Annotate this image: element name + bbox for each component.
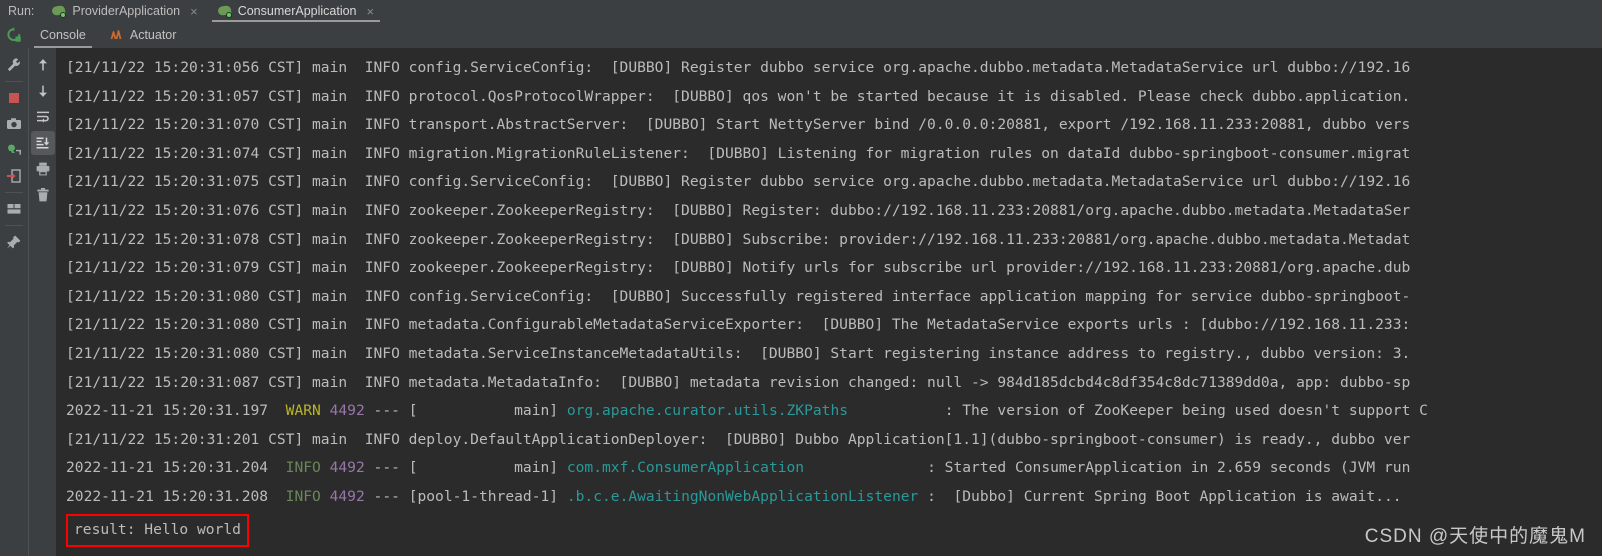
console-line: [21/11/22 15:20:31:078 CST] main INFO zo…: [66, 226, 1602, 255]
console-line: [21/11/22 15:20:31:080 CST] main INFO me…: [66, 311, 1602, 340]
run-tab-label: ConsumerApplication: [237, 4, 357, 18]
console-line: [21/11/22 15:20:31:070 CST] main INFO tr…: [66, 111, 1602, 140]
log-thread: [ main]: [408, 402, 567, 420]
console-line: [21/11/22 15:20:31:201 CST] main INFO de…: [66, 426, 1602, 455]
run-tab-bar: Run: ProviderApplication × ConsumerAppli…: [0, 0, 1602, 22]
log-logger: .b.c.e.AwaitingNonWebApplicationListener: [566, 487, 919, 505]
log-logger: org.apache.curator.utils.ZKPaths: [566, 402, 849, 420]
log-timestamp: 2022-11-21 15:20:31.197: [66, 402, 286, 420]
tab-console[interactable]: Console: [28, 22, 98, 48]
run-tab-provider-application[interactable]: ProviderApplication ×: [42, 0, 207, 22]
run-tab-label: ProviderApplication: [72, 4, 181, 18]
log-text: [21/11/22 15:20:31:080 CST] main INFO me…: [66, 316, 1411, 334]
rerun-icon: [7, 27, 21, 42]
log-message: : The version of ZooKeeper being used do…: [944, 402, 1428, 420]
console-output[interactable]: [21/11/22 15:20:31:056 CST] main INFO co…: [56, 48, 1602, 556]
log-text: [21/11/22 15:20:31:056 CST] main INFO co…: [66, 59, 1411, 76]
layout-icon[interactable]: [2, 197, 26, 221]
log-space: [321, 402, 330, 419]
log-pid: 4492: [329, 402, 365, 420]
console-line: [21/11/22 15:20:31:057 CST] main INFO pr…: [66, 83, 1602, 112]
log-text: [21/11/22 15:20:31:078 CST] main INFO zo…: [66, 230, 1411, 248]
log-text: [21/11/22 15:20:31:076 CST] main INFO zo…: [66, 201, 1411, 219]
console-line: [21/11/22 15:20:31:080 CST] main INFO co…: [66, 283, 1602, 312]
export-icon[interactable]: [2, 164, 26, 188]
console-line: 2022-11-21 15:20:31.204 INFO 4492 --- [ …: [66, 454, 1602, 483]
spring-boot-icon: [217, 4, 232, 18]
close-icon[interactable]: ×: [190, 4, 198, 19]
console-line: [21/11/22 15:20:31:079 CST] main INFO zo…: [66, 254, 1602, 283]
log-text: [21/11/22 15:20:31:057 CST] main INFO pr…: [66, 87, 1411, 105]
stop-icon[interactable]: [2, 86, 26, 110]
log-logger-pad: [848, 402, 945, 419]
arrow-down-icon[interactable]: [31, 79, 55, 103]
log-timestamp: 2022-11-21 15:20:31.208: [66, 487, 286, 505]
camera-icon[interactable]: [2, 112, 26, 136]
log-text: [21/11/22 15:20:31:201 CST] main INFO de…: [66, 430, 1411, 448]
log-dashes: ---: [364, 487, 409, 505]
close-icon[interactable]: ×: [367, 4, 375, 19]
log-thread: [pool-1-thread-1]: [408, 487, 567, 505]
scroll-to-end-icon[interactable]: [30, 131, 55, 155]
console-line: 2022-11-21 15:20:31.197 WARN 4492 --- [ …: [66, 397, 1602, 426]
print-icon[interactable]: [31, 157, 55, 181]
log-dashes: ---: [364, 402, 409, 420]
watermark: CSDN @天使中的魔鬼M: [1364, 526, 1586, 547]
log-level: INFO: [285, 459, 321, 477]
log-text: [21/11/22 15:20:31:074 CST] main INFO mi…: [66, 144, 1411, 162]
trash-icon[interactable]: [31, 183, 55, 207]
run-tab-consumer-application[interactable]: ConsumerApplication ×: [208, 0, 384, 22]
log-space: [321, 459, 330, 476]
log-text: [21/11/22 15:20:31:080 CST] main INFO co…: [66, 287, 1411, 305]
actuator-icon: [110, 30, 122, 40]
frog-icon[interactable]: [2, 138, 26, 162]
console-line: [21/11/22 15:20:31:056 CST] main INFO co…: [66, 54, 1602, 83]
console-line: [21/11/22 15:20:31:080 CST] main INFO me…: [66, 340, 1602, 369]
tab-console-label: Console: [40, 28, 86, 42]
soft-wrap-icon[interactable]: [31, 105, 55, 129]
log-thread: [ main]: [408, 459, 567, 477]
console-line: [21/11/22 15:20:31:087 CST] main INFO me…: [66, 369, 1602, 398]
tab-actuator[interactable]: Actuator: [98, 22, 189, 48]
console-line: [21/11/22 15:20:31:074 CST] main INFO mi…: [66, 140, 1602, 169]
run-tool-window: Run: ProviderApplication × ConsumerAppli…: [0, 0, 1602, 556]
log-dashes: ---: [364, 459, 409, 477]
log-logger-pad: [918, 488, 927, 505]
result-highlight: result: Hello world: [66, 513, 249, 548]
console-toolbar: [28, 48, 56, 556]
tab-actuator-label: Actuator: [129, 28, 177, 42]
console-line: [21/11/22 15:20:31:076 CST] main INFO zo…: [66, 197, 1602, 226]
left-toolbar: [0, 48, 28, 556]
console-line: 2022-11-21 15:20:31.208 INFO 4492 --- [p…: [66, 483, 1602, 512]
log-level: INFO: [285, 487, 321, 505]
log-pid: 4492: [329, 459, 365, 477]
pin-icon[interactable]: [2, 230, 26, 254]
run-label: Run:: [8, 4, 35, 18]
log-message: : [Dubbo] Current Spring Boot Applicatio…: [927, 487, 1402, 505]
log-space: [321, 488, 330, 505]
console-line: [21/11/22 15:20:31:075 CST] main INFO co…: [66, 168, 1602, 197]
log-text: [21/11/22 15:20:31:075 CST] main INFO co…: [66, 173, 1411, 191]
log-logger-pad: [804, 459, 927, 476]
log-logger: com.mxf.ConsumerApplication: [566, 459, 805, 477]
rerun-button[interactable]: [0, 22, 28, 48]
log-text: [21/11/22 15:20:31:079 CST] main INFO zo…: [66, 259, 1411, 277]
log-text: [21/11/22 15:20:31:087 CST] main INFO me…: [66, 373, 1411, 391]
spring-boot-icon: [51, 4, 67, 18]
log-text: [21/11/22 15:20:31:080 CST] main INFO me…: [66, 344, 1411, 362]
arrow-up-icon[interactable]: [31, 53, 55, 77]
wrench-icon[interactable]: [2, 53, 26, 77]
log-level: WARN: [285, 402, 321, 420]
log-pid: 4492: [329, 487, 365, 505]
log-text: [21/11/22 15:20:31:070 CST] main INFO tr…: [66, 116, 1411, 134]
log-timestamp: 2022-11-21 15:20:31.204: [66, 459, 286, 477]
console-tab-bar: Console Actuator: [0, 22, 1602, 48]
console-body: [21/11/22 15:20:31:056 CST] main INFO co…: [0, 48, 1602, 556]
log-message: : Started ConsumerApplication in 2.659 s…: [927, 459, 1411, 477]
